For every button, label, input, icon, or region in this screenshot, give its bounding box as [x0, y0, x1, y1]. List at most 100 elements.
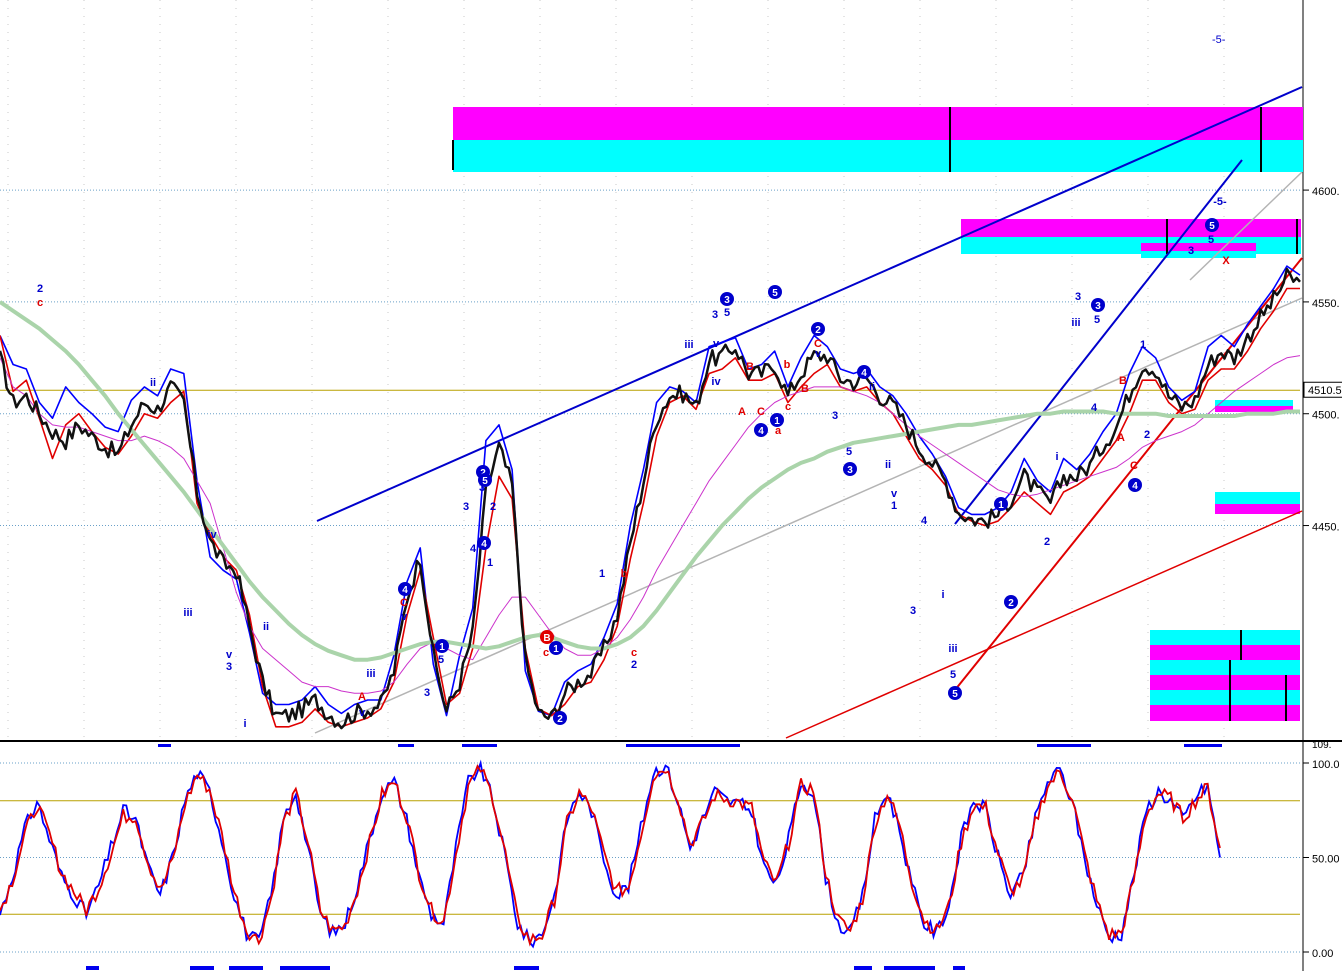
wave-marker-label: 3 — [1095, 301, 1101, 312]
wave-label: iii — [948, 643, 957, 655]
wave-marker-label: 5 — [772, 288, 778, 299]
wave-label: 3 — [1188, 245, 1194, 257]
wave-label: ii — [150, 377, 156, 389]
wave-label: 1 — [1140, 339, 1146, 351]
target-zone — [1150, 660, 1300, 675]
osc-y-tick-label: 100.0 — [1312, 759, 1340, 771]
wave-label: A — [1117, 432, 1125, 444]
wave-label: c — [37, 297, 43, 309]
wave-marker-label: 2 — [1008, 598, 1014, 609]
wave-label: 1 — [891, 500, 897, 512]
wave-marker-label: 3 — [847, 465, 853, 476]
osc-event-marker — [953, 966, 965, 970]
wave-label: 3 — [712, 309, 718, 321]
wave-marker-label: 2 — [815, 325, 821, 336]
y-tick-label: 4550. — [1312, 298, 1340, 310]
wave-label: c — [785, 401, 791, 413]
wave-marker-label: 4 — [861, 368, 867, 379]
osc-event-marker — [190, 966, 214, 970]
wave-label: c — [543, 647, 549, 659]
wave-label: iii — [366, 668, 375, 680]
wave-label: c — [631, 647, 637, 659]
wave-label: 3 — [226, 661, 232, 673]
wave-label: C — [1130, 460, 1138, 472]
oscillator-layer: 0.00 50.00 100.0 109. — [0, 740, 1340, 970]
osc-series-0 — [0, 759, 1221, 949]
wave-label: 3 — [910, 605, 916, 617]
target-zone — [1150, 645, 1300, 660]
wave-label: iii — [183, 607, 192, 619]
osc-event-marker — [514, 966, 539, 970]
wave-label: ii — [263, 621, 269, 633]
wave-label: ii — [885, 459, 891, 471]
osc-series-1 — [0, 763, 1221, 947]
event-marker — [462, 744, 497, 747]
wave-label: 2 — [1144, 429, 1150, 441]
wave-label: iii — [1071, 317, 1080, 329]
wave-label: 2 — [37, 283, 43, 295]
target-zone — [453, 140, 1303, 172]
wave-label: B — [746, 361, 754, 373]
target-zone — [1150, 630, 1300, 645]
wave-label: B — [801, 383, 809, 395]
wave-label: b — [621, 568, 628, 580]
wave-marker-label: 4 — [402, 585, 408, 596]
wave-label: 5 — [846, 446, 852, 458]
osc-event-marker — [280, 966, 330, 970]
wave-label: C — [757, 406, 765, 418]
wave-marker-label: 5 — [1209, 221, 1215, 232]
wave-label: B — [1119, 375, 1127, 387]
wave-label: b — [784, 359, 791, 371]
target-zone — [1150, 705, 1300, 721]
wave-marker-label: 1 — [998, 500, 1004, 511]
wave-marker-label: 5 — [952, 689, 958, 700]
event-marker — [1037, 744, 1091, 747]
event-marker — [158, 744, 171, 747]
wave-label: iii — [684, 339, 693, 351]
wave-label: ii — [869, 381, 875, 393]
target-zone — [1150, 690, 1300, 705]
wave-marker-label: 1 — [774, 416, 780, 427]
osc-event-marker — [884, 966, 935, 970]
top-right-label: -5- — [1212, 34, 1226, 46]
target-zone — [1141, 243, 1256, 251]
wave-label: i — [1055, 451, 1058, 463]
event-marker — [1184, 744, 1222, 747]
wave-label: v — [713, 338, 720, 350]
osc-y-tick-label: 50.00 — [1312, 854, 1340, 866]
target-zone — [1141, 251, 1256, 258]
wave-marker-label: 4 — [481, 539, 487, 550]
wave-label: 1 — [487, 557, 493, 569]
target-zone — [1215, 400, 1293, 406]
wave-label: X — [1222, 255, 1230, 267]
wave-label: 3 — [1075, 291, 1081, 303]
wave-label: v — [815, 348, 822, 360]
event-marker — [398, 744, 414, 747]
wave-label: 4 — [1091, 402, 1098, 414]
wave-marker-label: 1 — [439, 642, 445, 653]
wave-label: 5 — [1208, 234, 1214, 246]
osc-y-tick-label: 0.00 — [1312, 948, 1333, 960]
wave-label: 1 — [599, 568, 605, 580]
target-zone — [1150, 675, 1300, 690]
wave-marker-label: 2 — [557, 714, 563, 725]
wave-label: 2 — [1044, 536, 1050, 548]
wave-label: i — [941, 589, 944, 601]
wave-marker-label: 4 — [758, 426, 764, 437]
wave-label: v — [226, 649, 233, 661]
wave-marker-label: 4 — [1132, 481, 1138, 492]
wave-label: 4 — [470, 543, 477, 555]
osc-event-marker — [86, 966, 99, 970]
wave-label: v — [359, 707, 366, 719]
wave-label: 5 — [438, 654, 444, 666]
chart-svg: 2ciiiviiiv3iiiiiiAvCv5333421c1 bc2iii3 5vi… — [0, 0, 1342, 971]
y-tick-label: 4450. — [1312, 522, 1340, 534]
wave-label: 5 — [724, 307, 730, 319]
y-tick-label: 4500. — [1312, 410, 1340, 422]
target-zone — [453, 107, 1303, 140]
wave-label: 5 — [1094, 314, 1100, 326]
wave-label: v — [401, 611, 408, 623]
wave-label: 3 — [463, 501, 469, 513]
osc-event-marker — [854, 966, 872, 970]
wave-label: 2 — [490, 501, 496, 513]
